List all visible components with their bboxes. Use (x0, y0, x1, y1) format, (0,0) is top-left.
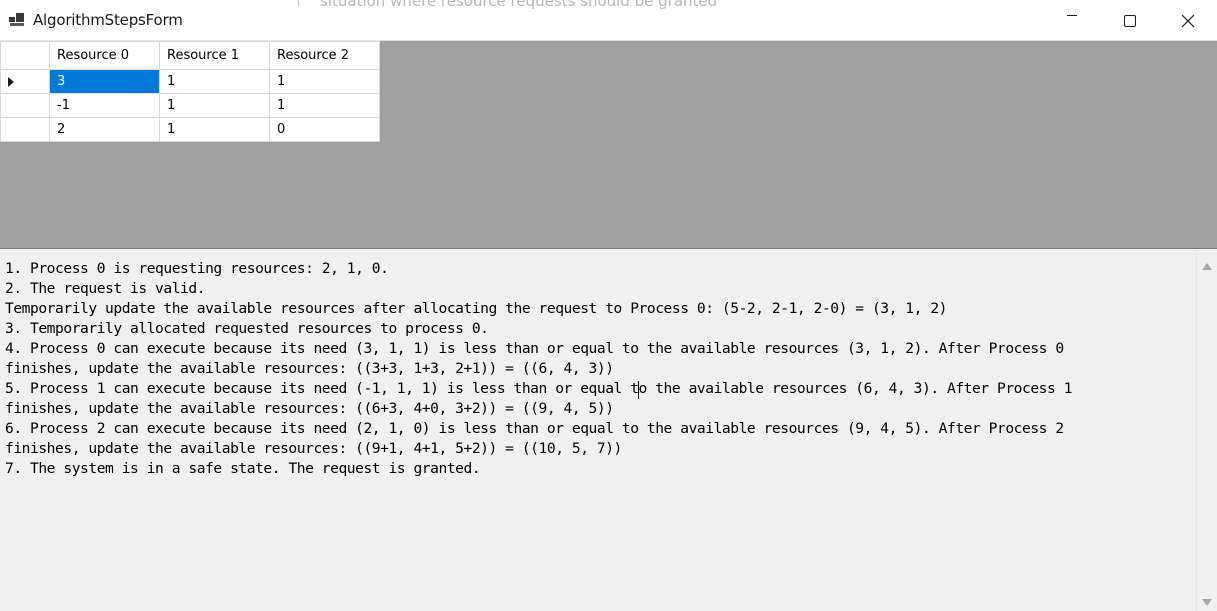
grid-cell[interactable]: 2 (49, 117, 160, 142)
algorithm-steps-textbox[interactable]: 1. Process 0 is requesting resources: 2,… (0, 250, 1196, 611)
step-line: finishes, update the available resources… (5, 400, 614, 417)
grid-cell[interactable]: 1 (269, 93, 380, 118)
row-indicator-icon (8, 77, 14, 87)
vertical-scrollbar[interactable] (1196, 250, 1217, 611)
row-header[interactable] (0, 69, 50, 94)
grid-cell[interactable]: 0 (269, 117, 380, 142)
maximize-icon (1124, 14, 1136, 27)
data-grid-view[interactable]: Resource 0 Resource 1 Resource 2 3 1 1 -… (0, 41, 1217, 249)
step-line: finishes, update the available resources… (5, 440, 622, 457)
window-title: AlgorithmStepsForm (33, 11, 183, 29)
grid-cell[interactable]: 1 (159, 69, 270, 94)
grid-cell[interactable]: 1 (159, 93, 270, 118)
grid-cell[interactable]: -1 (49, 93, 160, 118)
step-line: 7. The system is in a safe state. The re… (5, 460, 481, 477)
column-header-resource-1[interactable]: Resource 1 (159, 41, 270, 70)
step-line: Temporarily update the available resourc… (5, 300, 947, 317)
close-button[interactable] (1159, 0, 1217, 41)
row-header[interactable] (0, 93, 50, 118)
grid-row: 3 1 1 (0, 69, 380, 94)
minimize-button[interactable] (1043, 0, 1101, 41)
grid-row: 2 1 0 (0, 117, 380, 142)
step-line: 3. Temporarily allocated requested resou… (5, 320, 489, 337)
step-line: finishes, update the available resources… (5, 360, 614, 377)
background-window-text: situation where resource requests should… (320, 0, 718, 10)
step-line: 5. Process 1 can execute because its nee… (5, 380, 1073, 397)
grid-cell[interactable]: 1 (269, 69, 380, 94)
column-header-resource-0[interactable]: Resource 0 (49, 41, 160, 70)
minimize-icon (1067, 14, 1077, 16)
column-header-resource-2[interactable]: Resource 2 (269, 41, 380, 70)
grid-corner-cell[interactable] (0, 41, 50, 70)
grid-row: -1 1 1 (0, 93, 380, 118)
text-caret (638, 381, 639, 399)
grid-header-row: Resource 0 Resource 1 Resource 2 (0, 41, 380, 70)
scroll-down-arrow-icon[interactable] (1202, 599, 1212, 606)
step-line: 1. Process 0 is requesting resources: 2,… (5, 260, 389, 277)
step-line: 6. Process 2 can execute because its nee… (5, 420, 1064, 437)
scroll-up-arrow-icon[interactable] (1202, 263, 1212, 270)
grid-cell[interactable]: 1 (159, 117, 270, 142)
resource-grid: Resource 0 Resource 1 Resource 2 3 1 1 -… (0, 41, 380, 142)
app-icon (9, 13, 24, 26)
close-icon (1181, 14, 1195, 27)
background-window-edge (298, 0, 299, 6)
title-bar: situation where resource requests should… (0, 0, 1217, 41)
step-line: 4. Process 0 can execute because its nee… (5, 340, 1064, 357)
row-header[interactable] (0, 117, 50, 142)
grid-cell[interactable]: 3 (49, 69, 160, 94)
maximize-button[interactable] (1101, 0, 1159, 41)
step-line: 2. The request is valid. (5, 280, 206, 297)
